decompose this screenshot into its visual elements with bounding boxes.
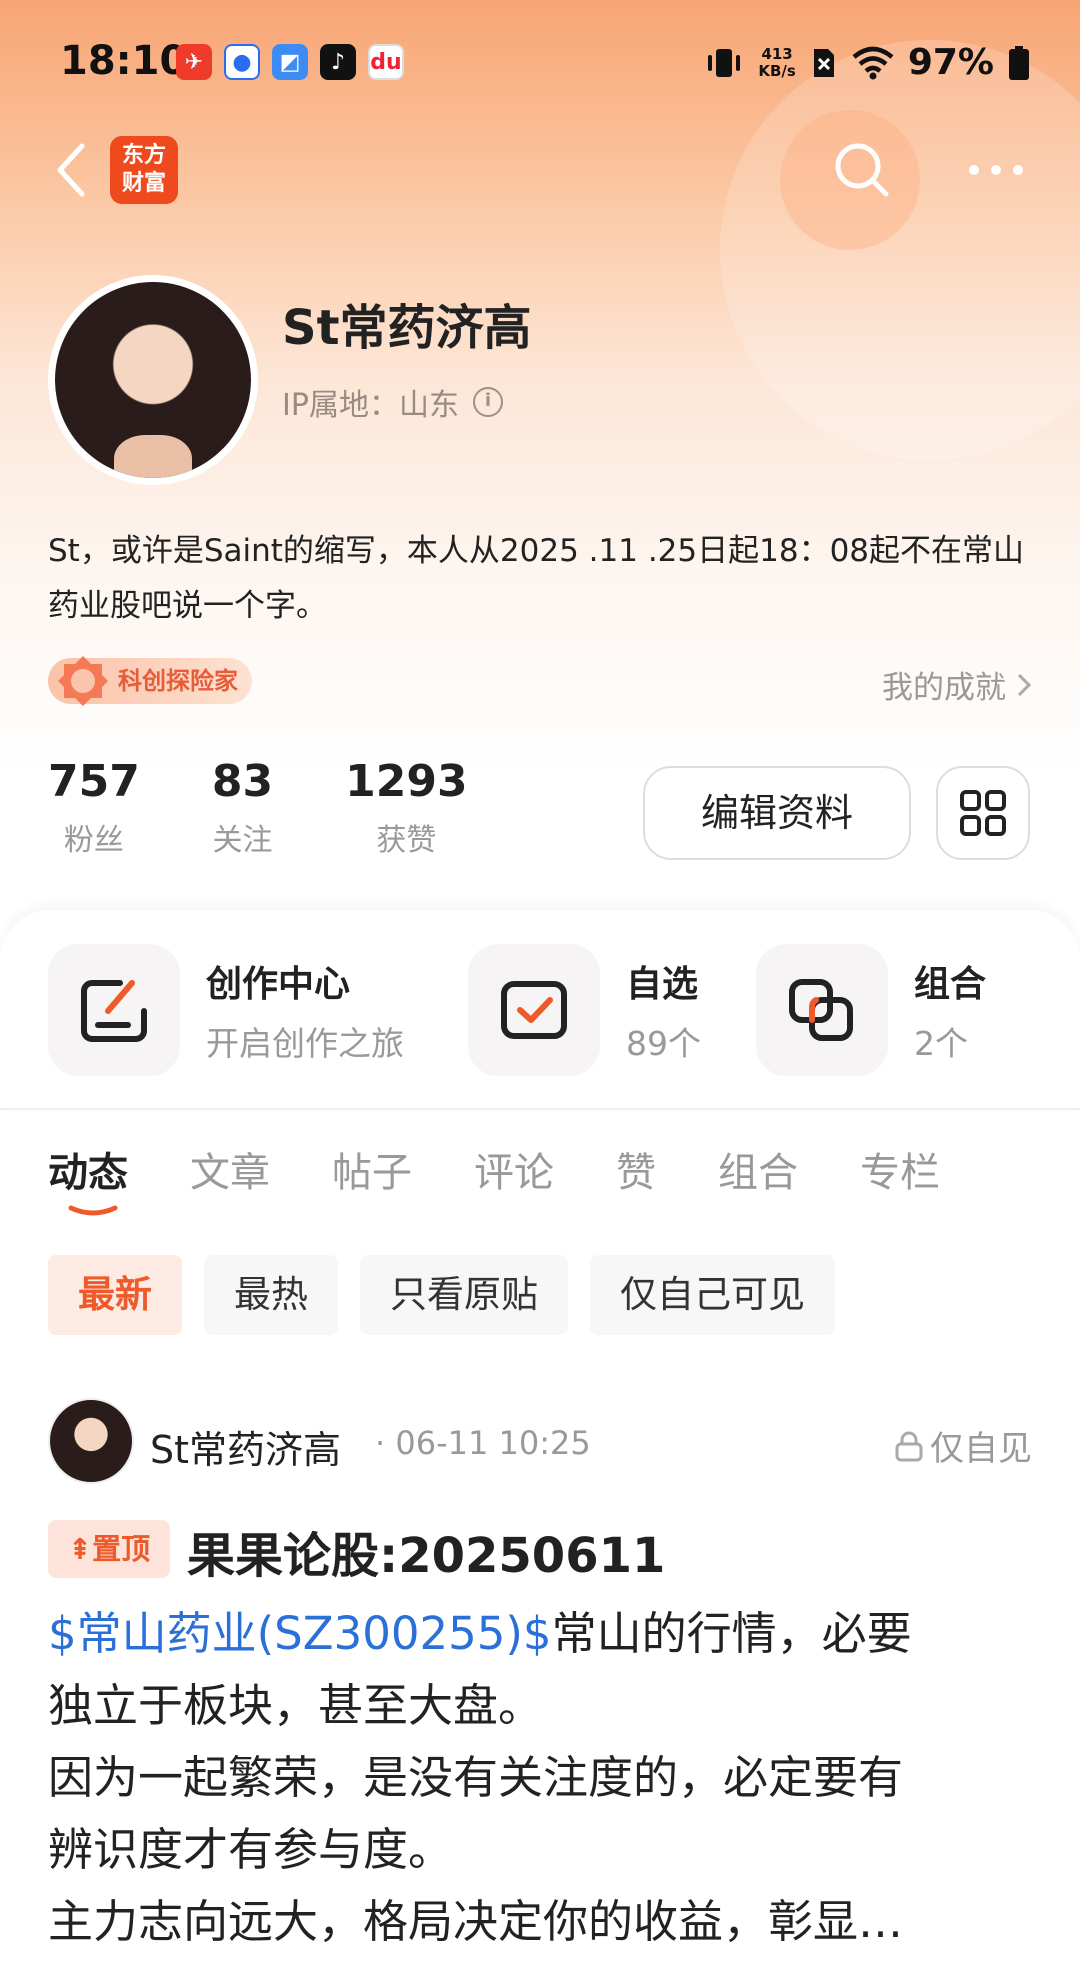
ticket-app-icon: ✈ [176,44,212,80]
tab-label: 组合 [718,1150,798,1196]
checkbox-icon [468,944,600,1076]
portfolio-icon [756,944,888,1076]
card-subtitle: 开启创作之旅 [206,1024,404,1063]
tab-articles[interactable]: 文章 [190,1140,270,1198]
filter-original-only[interactable]: 只看原贴 [360,1255,568,1335]
achievement-link-label: 我的成就 [882,670,1006,706]
avatar-image [55,282,251,478]
tab-label: 动态 [48,1150,128,1196]
stat-label: 粉丝 [63,823,124,858]
tab-label: 帖子 [332,1150,412,1196]
search-icon[interactable] [830,138,894,202]
stat-likes[interactable]: 1293 获赞 [345,756,467,859]
stat-following[interactable]: 83 关注 [212,756,273,859]
create-pen-icon [48,944,180,1076]
visibility-label: 仅自见 [930,1429,1032,1469]
post-text: 因为一起繁荣，是没有关注度的，必定要有 [48,1751,904,1804]
status-bar: 18:10 ✈ ● ◩ ♪ du 413 KB/s 97% [0,0,1080,125]
wifi-icon [852,46,894,79]
battery-percentage: 97% [907,42,994,83]
filter-hottest[interactable]: 最热 [204,1255,338,1335]
qr-code-button[interactable] [936,766,1030,860]
lock-icon [895,1431,923,1461]
badge-medal-icon [58,656,108,706]
info-icon[interactable]: i [472,387,503,417]
notification-icons: ✈ ● ◩ ♪ du [176,44,404,80]
tab-posts[interactable]: 帖子 [332,1140,412,1198]
portfolio-card[interactable]: 组合 2个 [756,944,986,1076]
chevron-right-icon [1017,673,1032,696]
filter-private-only[interactable]: 仅自己可见 [590,1255,835,1335]
status-time: 18:10 [60,38,188,84]
eastmoney-logo: 东方 财富 [110,136,178,204]
edit-profile-button[interactable]: 编辑资料 [643,766,911,860]
stat-value: 757 [48,756,140,807]
tab-label: 文章 [190,1150,270,1196]
post-timestamp: · 06-11 10:25 [375,1424,591,1462]
badge-label: 科创探险家 [118,667,238,695]
card-subtitle: 89个 [626,1024,701,1063]
pin-label: 置顶 [92,1532,151,1566]
stock-link[interactable]: $常山药业(SZ300255)$ [48,1607,552,1660]
post-body[interactable]: $常山药业(SZ300255)$常山的行情，必要 独立于板块，甚至大盘。 因为一… [48,1598,1038,1958]
vibrate-icon [708,48,741,77]
stat-followers[interactable]: 757 粉丝 [48,756,140,859]
tab-comments[interactable]: 评论 [474,1140,554,1198]
watchlist-card[interactable]: 自选 89个 [468,944,701,1076]
dewu-app-icon: du [368,44,404,80]
ip-location-row: IP属地：山东 i [282,380,503,424]
profile-bio: St，或许是Saint的缩写，本人从2025 .11 .25日起18：08起不在… [48,533,1025,624]
tab-label: 专栏 [860,1150,940,1196]
tab-likes[interactable]: 赞 [616,1140,656,1198]
no-sim-icon [813,48,834,77]
divider [0,1108,1080,1110]
content-tabs: 动态 文章 帖子 评论 赞 组合 专栏 [48,1140,1002,1216]
pin-arrow-icon: ⇞ [67,1532,93,1566]
profile-username: St常药济高 [282,300,532,356]
achievement-badge[interactable]: 科创探险家 [48,656,252,706]
card-subtitle: 2个 [914,1024,968,1063]
post-visibility: 仅自见 [894,1421,1032,1470]
profile-stats: 757 粉丝 83 关注 1293 获赞 [48,756,540,859]
stat-label: 获赞 [376,823,437,858]
my-achievements-link[interactable]: 我的成就 [882,662,1032,707]
more-options-icon[interactable] [966,160,1026,180]
qr-code-icon [960,790,1006,836]
post-text: 独立于板块，甚至大盘。 [48,1679,544,1732]
tiktok-icon: ♪ [320,44,356,80]
tab-columns[interactable]: 专栏 [860,1140,940,1198]
card-title: 组合 [914,964,987,1005]
battery-icon [1009,45,1029,80]
stat-label: 关注 [212,823,273,858]
profile-avatar[interactable] [48,275,258,485]
active-tab-indicator [68,1205,118,1216]
post-filters: 最新 最热 只看原贴 仅自己可见 [48,1255,835,1335]
tab-label: 评论 [474,1150,554,1196]
post-text: 常山的行情，必要 [551,1607,912,1660]
stat-value: 83 [211,756,274,807]
pinned-tag: ⇞置顶 [48,1520,170,1578]
post-author-name[interactable]: St常药济高 [150,1419,341,1474]
blue-square-app-icon: ◩ [272,44,308,80]
network-speed: 413 KB/s [758,44,796,80]
stat-value: 1293 [345,756,468,807]
back-arrow-icon[interactable] [48,138,96,202]
filter-latest[interactable]: 最新 [48,1255,182,1335]
creation-center-card[interactable]: 创作中心 开启创作之旅 [48,944,404,1076]
tab-portfolio[interactable]: 组合 [718,1140,798,1198]
quick-entry-cards: 创作中心 开启创作之旅 自选 89个 组合 2个 [0,910,1080,1110]
ip-location-text: IP属地：山东 [282,388,459,423]
post-author-avatar[interactable] [48,1398,134,1484]
tab-activity[interactable]: 动态 [48,1140,128,1216]
card-title: 创作中心 [206,964,351,1005]
card-title: 自选 [626,964,699,1005]
tab-label: 赞 [616,1150,656,1196]
post-text: 主力志向远大，格局决定你的收益，彰显… [48,1895,904,1948]
post-title[interactable]: 果果论股:20250611 [187,1516,665,1586]
blue-circle-app-icon: ● [224,44,260,80]
post-text: 辨识度才有参与度。 [48,1823,454,1876]
